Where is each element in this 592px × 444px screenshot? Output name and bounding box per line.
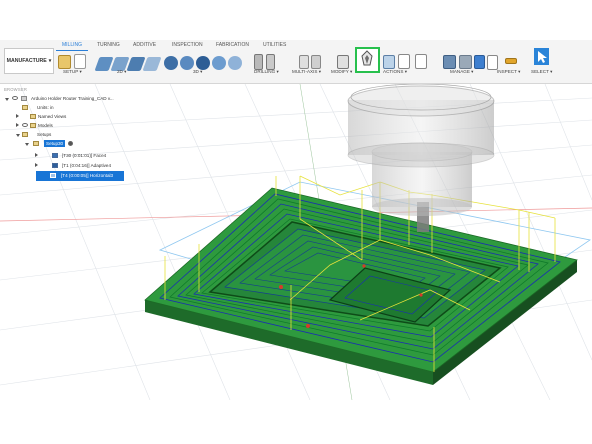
workspace-switcher[interactable]: MANUFACTURE ▾ [4,48,54,74]
chevron-down-icon[interactable] [5,98,9,101]
toolbar-ribbon: MANUFACTURE ▾ MILLING TURNING ADDITIVE I… [0,40,592,84]
operation-row[interactable]: [T1 (0:04:16)] Adaptive4 [0,161,130,171]
nc-program-icon[interactable] [415,54,427,69]
post-process-icon[interactable] [383,55,395,69]
operation-row-selected[interactable]: [T4 (0:00:05)] Horizontal3 [36,171,124,181]
3d-scallop-icon[interactable] [228,56,242,70]
operation-label: [T4 (0:00:05)] Horizontal3 [61,173,114,178]
tab-utilities[interactable]: UTILITIES [263,42,286,48]
select-button[interactable] [534,48,549,65]
measure-icon[interactable] [505,58,517,64]
operation-row[interactable]: [T30 (0:01:01)] Face4 [0,151,130,161]
document-settings-icon [22,105,28,110]
edit-icon[interactable] [337,55,349,69]
tab-milling[interactable]: MILLING [62,42,82,48]
group-2d[interactable]: 2D ▾ [117,69,126,75]
chevron-down-icon: ▾ [48,58,52,64]
group-3d[interactable]: 3D ▾ [193,69,202,75]
simulate-icon [361,50,373,66]
chevron-right-icon[interactable] [35,153,38,157]
folder-icon [30,123,36,128]
tab-additive[interactable]: ADDITIVE [133,42,156,48]
swarf-icon[interactable] [311,55,321,69]
3d-adaptive-icon[interactable] [164,56,178,70]
named-views-label: Named Views [38,114,67,119]
group-manage[interactable]: MANAGE ▾ [450,69,474,75]
chevron-down-icon[interactable] [16,134,20,137]
group-modify[interactable]: MODIFY ▾ [331,69,352,75]
3d-steep-shallow-icon[interactable] [196,56,210,70]
setup-sheet-icon[interactable] [398,54,410,69]
active-tab-indicator [56,50,88,51]
group-drilling[interactable]: DRILLING ▾ [254,69,279,75]
chevron-right-icon[interactable] [35,163,38,167]
tool-library-icon[interactable] [443,55,456,69]
group-inspect[interactable]: INSPECT ▾ [497,69,520,75]
face-icon[interactable] [142,57,162,71]
browser-header: BROWSER [4,87,28,92]
folder-icon [22,132,28,137]
post-library-icon[interactable] [474,55,485,69]
chevron-down-icon[interactable] [25,143,29,146]
3d-pocket-icon[interactable] [180,56,194,70]
hole-recognition-icon[interactable] [266,54,275,70]
active-indicator-icon [68,141,73,146]
eye-icon[interactable] [22,123,28,127]
document-name: Arduino Holder Router Training_CAD v... [31,96,114,101]
operation-label: [T30 (0:01:01)] Face4 [62,153,107,158]
browser-setup-row[interactable]: Setup30 [0,139,130,149]
tab-turning[interactable]: TURNING [97,42,120,48]
units-label: Units: in [37,105,54,110]
group-select[interactable]: SELECT ▾ [531,69,552,75]
component-icon [21,96,27,101]
setups-label: Setups [37,132,52,137]
simulate-button-highlight[interactable] [355,47,380,73]
chevron-right-icon[interactable] [16,114,19,118]
browser-panel: BROWSER Arduino Holder Router Training_C… [0,84,130,184]
drill-icon[interactable] [254,54,263,70]
setup-name: Setup30 [44,140,66,147]
3d-parallel-icon[interactable] [212,56,226,70]
machine-library-icon[interactable] [459,55,472,69]
models-label: Models [38,123,53,128]
eye-icon[interactable] [12,96,18,100]
template-library-icon[interactable] [487,55,498,70]
face-operation-icon [52,153,58,158]
tab-fabrication[interactable]: FABRICATION [216,42,249,48]
folder-icon [30,114,36,119]
tab-inspection[interactable]: INSPECTION [172,42,203,48]
tool-holder-model [347,84,495,232]
adaptive-operation-icon [52,163,58,168]
group-setup[interactable]: SETUP ▾ [63,69,82,75]
workspace-label: MANUFACTURE [6,58,47,64]
new-setup-sheet-icon[interactable] [74,54,86,69]
setup-folder-icon[interactable] [58,55,71,69]
horizontal-operation-icon [50,173,56,178]
operation-label: [T1 (0:04:16)] Adaptive4 [62,163,112,168]
group-actions[interactable]: ACTIONS ▾ [383,69,407,75]
setup-icon [33,141,39,146]
cursor-arrow-icon [538,51,547,63]
group-multi-axis[interactable]: MULTI-AXIS ▾ [292,69,321,75]
multi-axis-contour-icon[interactable] [299,55,309,69]
chevron-right-icon[interactable] [16,123,19,127]
